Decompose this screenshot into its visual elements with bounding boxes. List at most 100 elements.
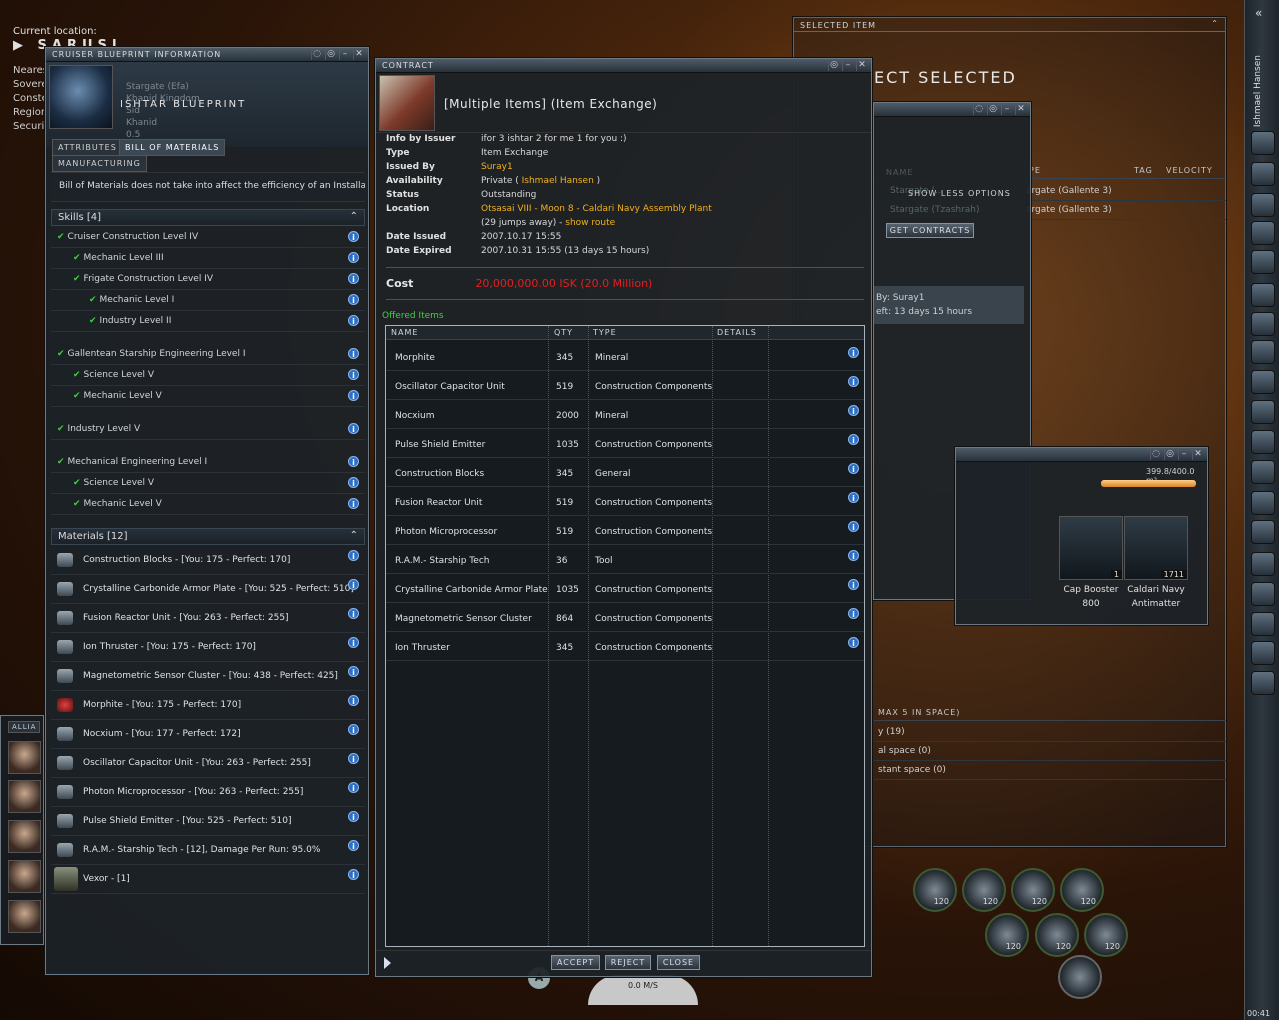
info-icon[interactable]: i [348,423,359,434]
table-row[interactable]: Magnetometric Sensor Cluster 864 Construct… [386,603,864,632]
info-icon[interactable]: i [348,550,359,561]
market-icon[interactable] [1251,162,1275,186]
info-icon[interactable]: i [348,753,359,764]
skill-row[interactable]: ✔ Mechanic Level Ii [51,290,365,311]
info-icon[interactable]: i [348,666,359,677]
settings-icon[interactable]: ◎ [828,60,840,71]
material-row[interactable]: Photon Microprocessor - [You: 263 - Perf… [51,778,365,807]
fitting-icon[interactable] [1251,430,1275,454]
table-row[interactable]: Construction Blocks 345 General i [386,458,864,487]
table-row[interactable]: Nocxium 2000 Mineral i [386,400,864,429]
availability-link[interactable]: Ishmael Hansen [522,176,594,186]
journal-icon[interactable] [1251,312,1275,336]
pin-icon[interactable]: ◌ [311,49,323,60]
accept-button[interactable]: ACCEPT [551,955,600,970]
col-velocity[interactable]: VELOCITY [1166,166,1213,175]
table-row[interactable]: Photon Microprocessor 519 Construction Com… [386,516,864,545]
skill-row[interactable]: ✔ Frigate Construction Level IV i [51,269,365,290]
speed-indicator[interactable]: 0.0 M/S [588,975,698,1005]
get-contracts-button[interactable]: GET CONTRACTS [886,223,974,238]
drone-section[interactable]: y (19) [874,723,1226,742]
close-icon[interactable]: ✕ [1192,449,1204,460]
info-icon[interactable]: i [348,231,359,242]
tab-manufacturing[interactable]: MANUFACTURING [52,155,147,172]
close-button[interactable]: CLOSE [657,955,700,970]
browser-icon[interactable] [1251,552,1275,576]
minimize-icon[interactable]: – [1178,449,1190,460]
table-row[interactable]: Morphite 345 Mineral i [386,342,864,371]
contract-result[interactable]: By: Suray1 eft: 13 days 15 hours [874,286,1024,324]
info-icon[interactable]: i [848,608,859,619]
assets-icon[interactable] [1251,250,1275,274]
inventory-icon[interactable] [1251,400,1275,424]
character-name[interactable]: Ishmael Hansen [1253,55,1263,127]
material-row[interactable]: Construction Blocks - [You: 175 - Perfec… [51,546,365,575]
material-row[interactable]: Fusion Reactor Unit - [You: 263 - Perfec… [51,604,365,633]
blueprint-titlebar[interactable]: CRUISER BLUEPRINT INFORMATION ◌ ◎ – ✕ [46,48,368,62]
info-icon[interactable]: i [848,579,859,590]
contract-titlebar[interactable]: CONTRACT ◎ – ✕ [376,59,871,73]
settings-icon[interactable]: ◎ [325,49,337,60]
character-sheet-icon[interactable] [1251,131,1275,155]
settings-icon[interactable]: ◎ [987,104,999,115]
avatar[interactable] [8,820,41,853]
portrait-icon[interactable] [1251,671,1275,695]
module-slot[interactable]: 120 [1011,868,1055,912]
material-row[interactable]: Morphite - [You: 175 - Perfect: 170] i [51,691,365,720]
material-row[interactable]: Vexor - [1] i [51,865,365,894]
module-slot[interactable]: 120 [1084,913,1128,957]
material-row[interactable]: Pulse Shield Emitter - [You: 525 - Perfe… [51,807,365,836]
skills-header[interactable]: Skills [4] ⌃ [51,209,365,226]
minimize-icon[interactable]: – [842,60,854,71]
table-row[interactable]: Pulse Shield Emitter 1035 Construction Com… [386,429,864,458]
skill-row[interactable]: ✔ Gallentean Starship Engineering Level I… [51,344,365,365]
info-icon[interactable]: i [348,782,359,793]
info-icon[interactable]: i [348,498,359,509]
cargo-button[interactable] [1058,955,1102,999]
info-icon[interactable]: i [348,579,359,590]
info-icon[interactable] [1251,641,1275,665]
map-icon[interactable] [1251,340,1275,364]
table-row[interactable]: Ion Thruster 345 Construction Components i [386,632,864,661]
avatar[interactable] [8,860,41,893]
info-icon[interactable]: i [348,456,359,467]
avatar[interactable] [8,900,41,933]
minimize-icon[interactable]: – [339,49,351,60]
info-icon[interactable]: i [348,637,359,648]
selected-item-title[interactable]: SELECTED ITEM ⌃ [794,18,1225,32]
module-slot[interactable]: 120 [962,868,1006,912]
col-name[interactable]: NAME [391,328,418,337]
table-row[interactable]: Oscillator Capacitor Unit 519 Construction… [386,371,864,400]
info-icon[interactable]: i [348,811,359,822]
antimatter-item[interactable]: 1711 [1124,516,1188,580]
starmap-icon[interactable] [1251,370,1275,394]
info-icon[interactable]: i [848,550,859,561]
science-icon[interactable] [1251,520,1275,544]
close-icon[interactable]: ✕ [1015,104,1027,115]
wallet-icon[interactable] [1251,283,1275,307]
info-icon[interactable]: i [348,348,359,359]
calculator-icon[interactable] [1251,460,1275,484]
issuer-link[interactable]: Suray1 [481,162,513,172]
drone-section[interactable]: al space (0) [874,742,1226,761]
info-icon[interactable]: i [348,294,359,305]
collapse-icon[interactable]: ⌃ [350,211,358,222]
mail-icon[interactable] [1251,193,1275,217]
close-icon[interactable]: ✕ [856,60,868,71]
info-icon[interactable]: i [348,840,359,851]
pin-icon[interactable]: ◌ [973,104,985,115]
material-row[interactable]: Oscillator Capacitor Unit - [You: 263 - … [51,749,365,778]
material-row[interactable]: R.A.M.- Starship Tech - [12], Damage Per… [51,836,365,865]
col-details[interactable]: DETAILS [717,328,757,337]
module-slot[interactable]: 120 [1035,913,1079,957]
tab-bill-of-materials[interactable]: BILL OF MATERIALS [119,139,226,156]
module-slot[interactable]: 120 [985,913,1029,957]
info-icon[interactable]: i [348,477,359,488]
avatar[interactable] [8,741,41,774]
module-slot[interactable]: 120 [913,868,957,912]
info-icon[interactable]: i [348,724,359,735]
info-icon[interactable]: i [848,434,859,445]
show-less-options[interactable]: SHOW LESS OPTIONS [908,189,1011,198]
info-icon[interactable]: i [848,376,859,387]
info-icon[interactable]: i [848,463,859,474]
